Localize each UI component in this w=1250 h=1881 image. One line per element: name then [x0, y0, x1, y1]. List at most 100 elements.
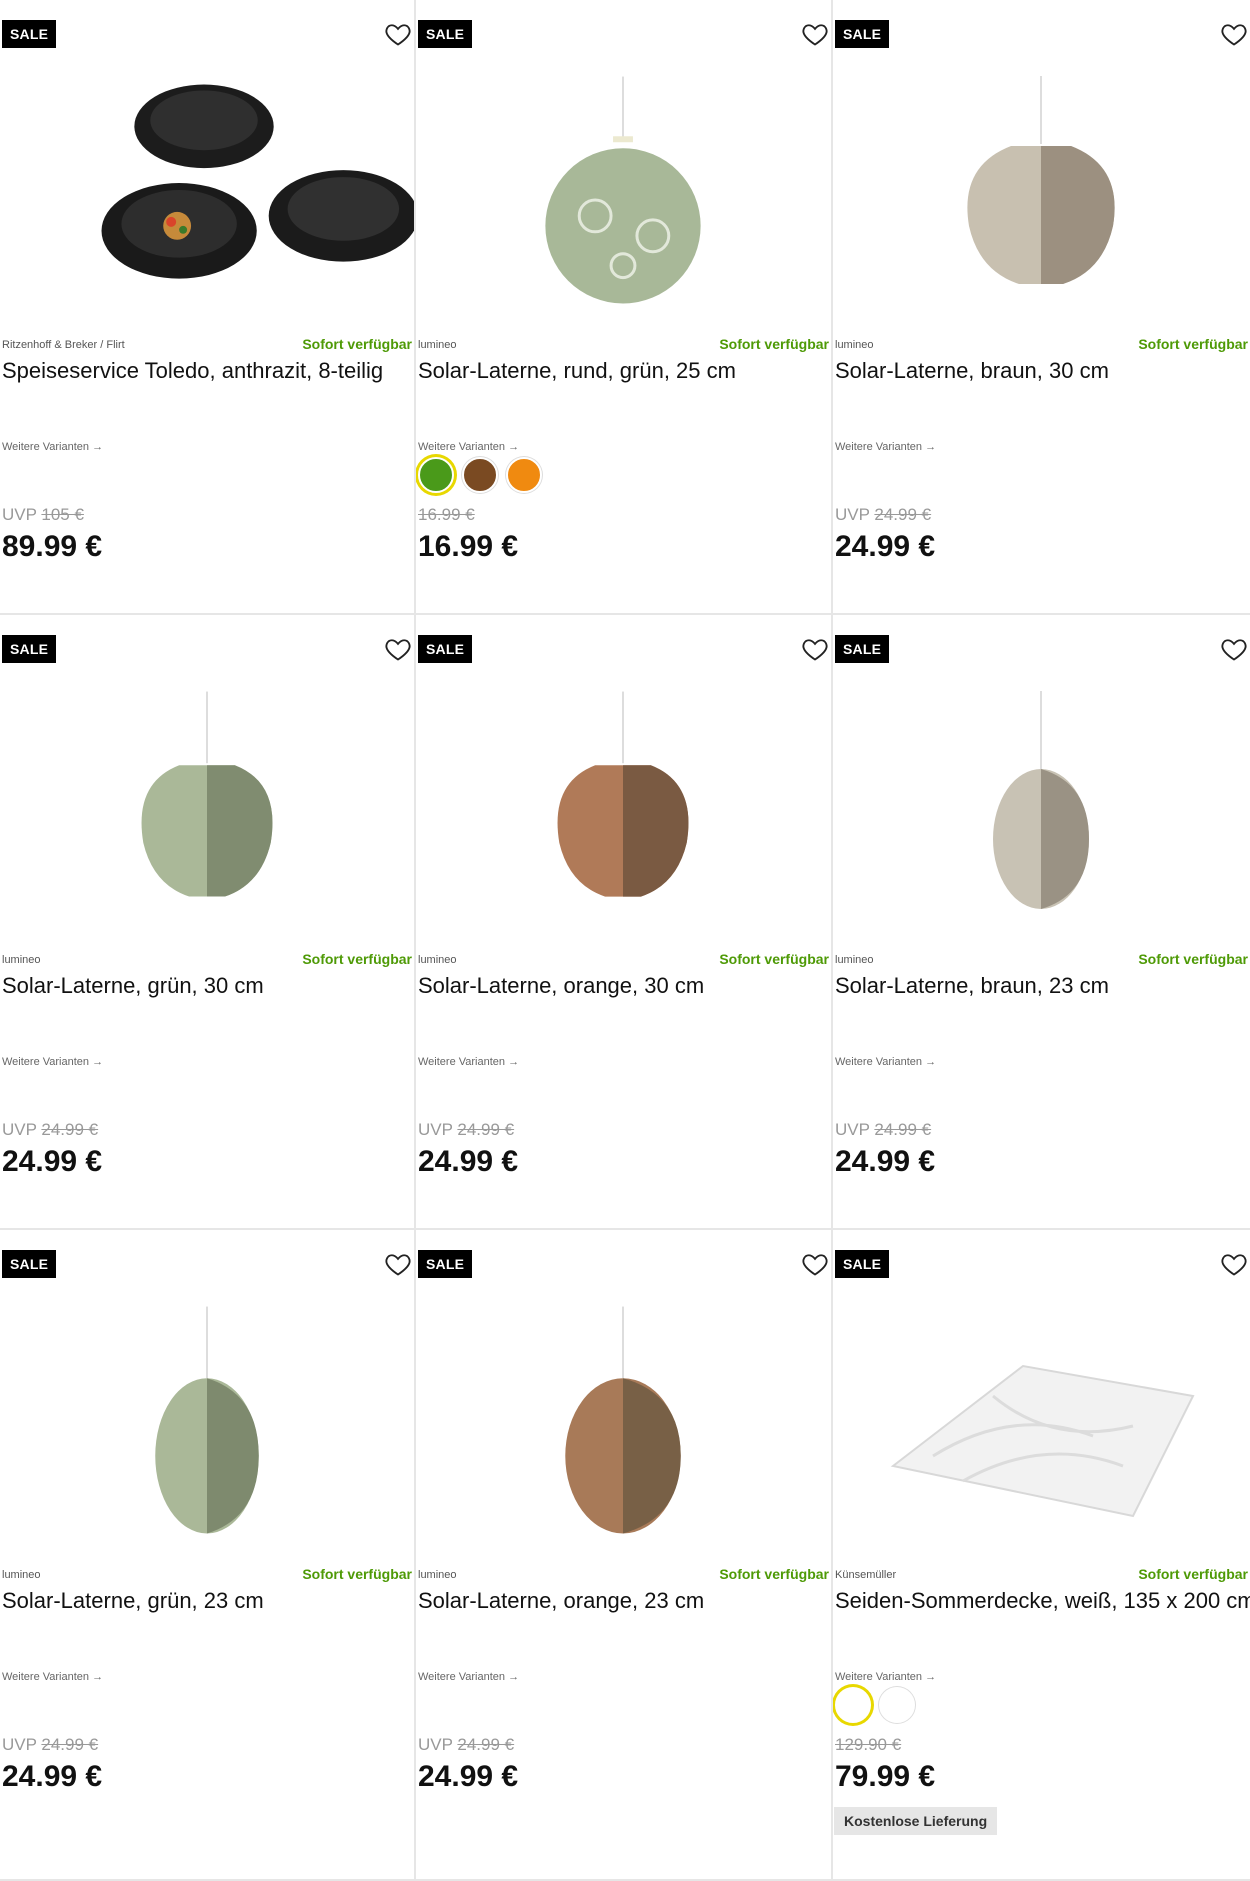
brand-label: lumineo — [835, 339, 874, 351]
heart-icon[interactable] — [384, 20, 412, 48]
heart-icon[interactable] — [1220, 20, 1248, 48]
product-title[interactable]: Solar-Laterne, orange, 30 cm — [418, 973, 704, 999]
old-price-value: 24.99 € — [874, 505, 932, 524]
product-title[interactable]: Solar-Laterne, grün, 23 cm — [2, 1588, 264, 1614]
product-card[interactable]: SALE Künsemüller Sofort verfügbar Seiden… — [833, 1230, 1250, 1881]
brand-label: Künsemüller — [835, 1569, 897, 1581]
old-price-value: 105 € — [41, 505, 84, 524]
swatch-brown[interactable] — [462, 457, 498, 493]
old-price-value: 16.99 € — [418, 505, 475, 524]
price: 24.99 € — [835, 530, 936, 563]
old-price-prefix: UVP — [2, 1120, 37, 1139]
plates-image[interactable] — [0, 56, 414, 326]
product-title[interactable]: Solar-Laterne, grün, 30 cm — [2, 973, 264, 999]
variants-link[interactable]: Weitere Varianten → — [418, 1671, 519, 1683]
old-price: 16.99 € — [418, 505, 475, 525]
product-title[interactable]: Solar-Laterne, rund, grün, 25 cm — [418, 358, 736, 384]
variants-link[interactable]: Weitere Varianten → — [418, 1056, 519, 1068]
lantern-image[interactable] — [0, 671, 414, 941]
product-card[interactable]: SALE lumineo Sofort verfügbar Solar-Late… — [416, 0, 833, 615]
old-price-value: 24.99 € — [874, 1120, 932, 1139]
old-price: UVP 24.99 € — [418, 1120, 514, 1140]
product-grid: SALE Ritzenhoff & Breker / Flirt Sofort … — [0, 0, 1250, 1881]
sale-badge: SALE — [2, 1250, 57, 1278]
old-price-prefix: UVP — [835, 1120, 870, 1139]
old-price: UVP 24.99 € — [418, 1735, 514, 1755]
color-swatches — [418, 457, 542, 493]
product-card[interactable]: SALE lumineo Sofort verfügbar Solar-Late… — [416, 615, 833, 1230]
heart-icon[interactable] — [801, 635, 829, 663]
variants-link[interactable]: Weitere Varianten → — [418, 441, 519, 453]
price: 24.99 € — [2, 1760, 103, 1793]
lantern-image[interactable] — [833, 671, 1250, 941]
price: 24.99 € — [835, 1145, 936, 1178]
color-swatches — [835, 1687, 915, 1723]
product-card[interactable]: SALE Ritzenhoff & Breker / Flirt Sofort … — [0, 0, 416, 615]
product-card[interactable]: SALE lumineo Sofort verfügbar Solar-Late… — [0, 615, 416, 1230]
sale-badge: SALE — [835, 1250, 890, 1278]
heart-icon[interactable] — [801, 1250, 829, 1278]
lantern-image[interactable] — [416, 1286, 831, 1556]
availability-label: Sofort verfügbar — [719, 951, 829, 967]
blanket-image[interactable] — [833, 1286, 1250, 1556]
variants-link[interactable]: Weitere Varianten → — [835, 1671, 936, 1683]
variants-link[interactable]: Weitere Varianten → — [2, 441, 103, 453]
lantern-image[interactable] — [416, 671, 831, 941]
brand-label: lumineo — [2, 1569, 41, 1581]
availability-label: Sofort verfügbar — [1138, 1566, 1248, 1582]
variants-link[interactable]: Weitere Varianten → — [2, 1671, 103, 1683]
product-card[interactable]: SALE lumineo Sofort verfügbar Solar-Late… — [833, 615, 1250, 1230]
sale-badge: SALE — [2, 635, 57, 663]
sale-badge: SALE — [418, 20, 473, 48]
old-price: UVP 24.99 € — [835, 505, 931, 525]
product-title[interactable]: Seiden-Sommerdecke, weiß, 135 x 200 cm — [835, 1588, 1250, 1614]
product-title[interactable]: Solar-Laterne, braun, 30 cm — [835, 358, 1109, 384]
old-price-value: 24.99 € — [41, 1120, 99, 1139]
product-title[interactable]: Solar-Laterne, orange, 23 cm — [418, 1588, 704, 1614]
old-price: UVP 24.99 € — [835, 1120, 931, 1140]
lantern-image[interactable] — [0, 1286, 414, 1556]
old-price-prefix: UVP — [835, 505, 870, 524]
price: 24.99 € — [418, 1760, 519, 1793]
availability-label: Sofort verfügbar — [1138, 951, 1248, 967]
sale-badge: SALE — [835, 635, 890, 663]
brand-label: lumineo — [835, 954, 874, 966]
swatch-white[interactable] — [879, 1687, 915, 1723]
price: 24.99 € — [418, 1145, 519, 1178]
availability-label: Sofort verfügbar — [719, 336, 829, 352]
availability-label: Sofort verfügbar — [1138, 336, 1248, 352]
old-price-value: 24.99 € — [457, 1120, 515, 1139]
product-card[interactable]: SALE lumineo Sofort verfügbar Solar-Late… — [416, 1230, 833, 1881]
old-price: UVP 24.99 € — [2, 1735, 98, 1755]
free-delivery-badge: Kostenlose Lieferung — [834, 1807, 998, 1835]
availability-label: Sofort verfügbar — [302, 1566, 412, 1582]
variants-link[interactable]: Weitere Varianten → — [835, 441, 936, 453]
sale-badge: SALE — [418, 635, 473, 663]
heart-icon[interactable] — [801, 20, 829, 48]
heart-icon[interactable] — [384, 635, 412, 663]
heart-icon[interactable] — [384, 1250, 412, 1278]
brand-label: lumineo — [418, 1569, 457, 1581]
variants-link[interactable]: Weitere Varianten → — [2, 1056, 103, 1068]
heart-icon[interactable] — [1220, 635, 1248, 663]
product-title[interactable]: Solar-Laterne, braun, 23 cm — [835, 973, 1109, 999]
old-price-value: 129.90 € — [835, 1735, 902, 1754]
brand-label: lumineo — [418, 954, 457, 966]
product-card[interactable]: SALE lumineo Sofort verfügbar Solar-Late… — [833, 0, 1250, 615]
swatch-orange[interactable] — [506, 457, 542, 493]
old-price: UVP 24.99 € — [2, 1120, 98, 1140]
old-price-value: 24.99 € — [41, 1735, 99, 1754]
variants-link[interactable]: Weitere Varianten → — [835, 1056, 936, 1068]
heart-icon[interactable] — [1220, 1250, 1248, 1278]
sale-badge: SALE — [2, 20, 57, 48]
lantern-image[interactable] — [416, 56, 831, 326]
product-title[interactable]: Speiseservice Toledo, anthrazit, 8-teili… — [2, 358, 383, 384]
lantern-image[interactable] — [833, 56, 1250, 326]
product-card[interactable]: SALE lumineo Sofort verfügbar Solar-Late… — [0, 1230, 416, 1881]
old-price-prefix: UVP — [2, 505, 37, 524]
swatch-green[interactable] — [418, 457, 454, 493]
old-price-prefix: UVP — [418, 1735, 453, 1754]
brand-label: lumineo — [2, 954, 41, 966]
old-price-prefix: UVP — [2, 1735, 37, 1754]
swatch-white-selected[interactable] — [835, 1687, 871, 1723]
